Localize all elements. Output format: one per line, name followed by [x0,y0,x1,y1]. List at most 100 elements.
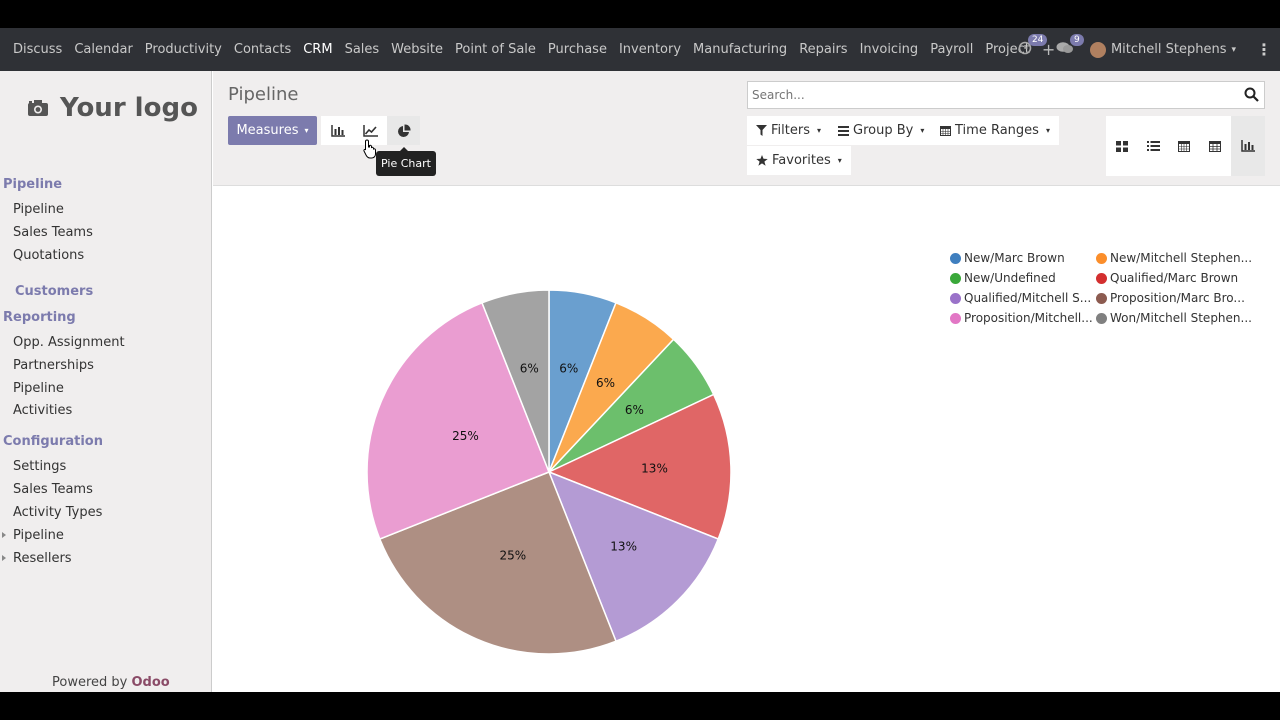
legend-item[interactable]: Qualified/Marc Brown [1096,271,1238,285]
app-menu-repairs[interactable]: Repairs [793,42,853,57]
pie-slice-label: 6% [559,361,578,375]
legend-item[interactable]: Proposition/Mitchell... [950,311,1093,325]
legend-swatch [950,272,961,284]
list-icon [1146,141,1160,151]
app-menu-discuss[interactable]: Discuss [0,42,68,57]
expand-icon[interactable] [2,532,6,538]
legend-label: New/Undefined [964,271,1056,285]
app-menu-sales[interactable]: Sales [339,42,386,57]
control-panel: Pipeline Measures ▾ Pie Chart Filters ▾ … [213,71,1280,186]
company-logo: Your logo [28,93,198,123]
legend-label: Qualified/Mitchell S... [964,291,1092,305]
legend-item[interactable]: Proposition/Marc Bro... [1096,291,1245,305]
pie-chart-button[interactable] [387,116,420,145]
table-icon [1209,140,1221,152]
bar-chart-icon [330,124,345,137]
sidebar-item-settings[interactable]: Settings [13,459,66,474]
message-count-badge: 9 [1069,33,1084,46]
calendar-icon [1178,141,1190,152]
sidebar-item-partnerships[interactable]: Partnerships [13,358,94,373]
search-icon[interactable] [1244,87,1259,102]
sidebar-item-opp-assignment[interactable]: Opp. Assignment [13,335,125,350]
legend-swatch [950,292,961,304]
legend-label: Proposition/Mitchell... [964,311,1093,325]
pie-slice-label: 6% [596,376,615,390]
pivot-view-button[interactable] [1199,116,1231,176]
sidebar-item-activity-types[interactable]: Activity Types [13,505,102,520]
sidebar-item-pipeline[interactable]: Pipeline [13,381,64,396]
sidebar-section-pipeline[interactable]: Pipeline [3,177,62,192]
app-menu-website[interactable]: Website [385,42,449,57]
list-icon [838,125,849,136]
avatar [1089,41,1106,58]
calendar-icon [940,126,951,136]
measures-button[interactable]: Measures ▾ [228,116,317,145]
odoo-link[interactable]: Odoo [131,675,169,690]
bar-chart-icon [1241,140,1255,152]
app-menu-contacts[interactable]: Contacts [228,42,297,57]
groupby-dropdown[interactable]: Group By ▾ [829,116,934,145]
legend-item[interactable]: New/Marc Brown [950,251,1065,265]
time-ranges-dropdown[interactable]: Time Ranges ▾ [931,116,1059,145]
sidebar-item-label: Sales Teams [13,225,93,240]
sidebar-item-sales-teams[interactable]: Sales Teams [13,225,93,240]
sidebar-item-quotations[interactable]: Quotations [13,248,84,263]
pie-chart-icon [397,123,411,137]
sidebar-section-customers[interactable]: Customers [15,284,93,299]
pie-slice-label: 13% [641,462,668,476]
expand-icon[interactable] [2,555,6,561]
chevron-down-icon: ▾ [816,126,821,135]
more-icon[interactable]: ⋮ [1256,40,1272,59]
user-menu[interactable]: Mitchell Stephens ▾ [1089,41,1236,58]
favorites-dropdown[interactable]: Favorites ▾ [747,146,851,175]
search-bar[interactable] [747,81,1265,109]
app-menu-productivity[interactable]: Productivity [139,42,228,57]
app-menu-purchase[interactable]: Purchase [542,42,613,57]
chevron-down-icon: ▾ [837,156,842,165]
legend-swatch [1096,272,1107,284]
app-menu-payroll[interactable]: Payroll [924,42,979,57]
systray: 24 9 Mitchell Stephens ▾ ⋮ [1018,28,1280,71]
time-ranges-label: Time Ranges [955,123,1039,138]
calendar-view-button[interactable] [1168,116,1200,176]
messaging-menu[interactable]: 9 [1056,33,1084,59]
activity-count-badge: 24 [1027,33,1048,46]
bar-chart-button[interactable] [321,116,354,145]
legend-swatch [1096,252,1107,264]
sidebar-item-activities[interactable]: Activities [13,403,72,418]
legend-swatch [1096,312,1107,324]
search-input[interactable] [752,85,1232,105]
app-menu-manufacturing[interactable]: Manufacturing [687,42,793,57]
filters-dropdown[interactable]: Filters ▾ [747,116,830,145]
legend-item[interactable]: New/Mitchell Stephen... [1096,251,1252,265]
pie-slice-label: 25% [500,549,527,563]
list-view-button[interactable] [1137,116,1169,176]
legend-label: New/Mitchell Stephen... [1110,251,1253,265]
activity-menu[interactable]: 24 [1018,33,1048,59]
sidebar: Your logo Pipeline Pipeline Sales Teams Quo… [0,71,212,692]
kanban-view-button[interactable] [1106,116,1138,176]
graph-view-button[interactable] [1231,116,1265,176]
filters-label: Filters [771,123,810,138]
app-menu-invoicing[interactable]: Invoicing [854,42,925,57]
app-menu-inventory[interactable]: Inventory [613,42,687,57]
sidebar-section-reporting[interactable]: Reporting [3,310,76,325]
sidebar-item-resellers[interactable]: Resellers [2,551,72,566]
sidebar-item-sales-teams[interactable]: Sales Teams [13,482,93,497]
sidebar-item-label: Settings [13,459,67,474]
sidebar-item-label: Sales Teams [13,482,93,497]
chevron-down-icon: ▾ [920,126,925,135]
app-menu-point-of-sale[interactable]: Point of Sale [449,42,542,57]
line-chart-icon [363,124,378,137]
legend-item[interactable]: Won/Mitchell Stephen... [1096,311,1252,325]
sidebar-item-label: Opp. Assignment [13,335,125,350]
legend-item[interactable]: Qualified/Mitchell S... [950,291,1091,305]
app-menu-calendar[interactable]: Calendar [68,42,138,57]
sidebar-item-pipeline[interactable]: Pipeline [2,528,64,543]
pie-chart: 6% 6% 6% 13% 13% 25% 25% 6% [366,289,732,655]
app-menu-crm[interactable]: CRM [297,42,338,57]
legend-item[interactable]: New/Undefined [950,271,1056,285]
sidebar-section-configuration[interactable]: Configuration [3,434,103,449]
sidebar-item-pipeline[interactable]: Pipeline [13,202,64,217]
groupby-label: Group By [853,123,914,138]
